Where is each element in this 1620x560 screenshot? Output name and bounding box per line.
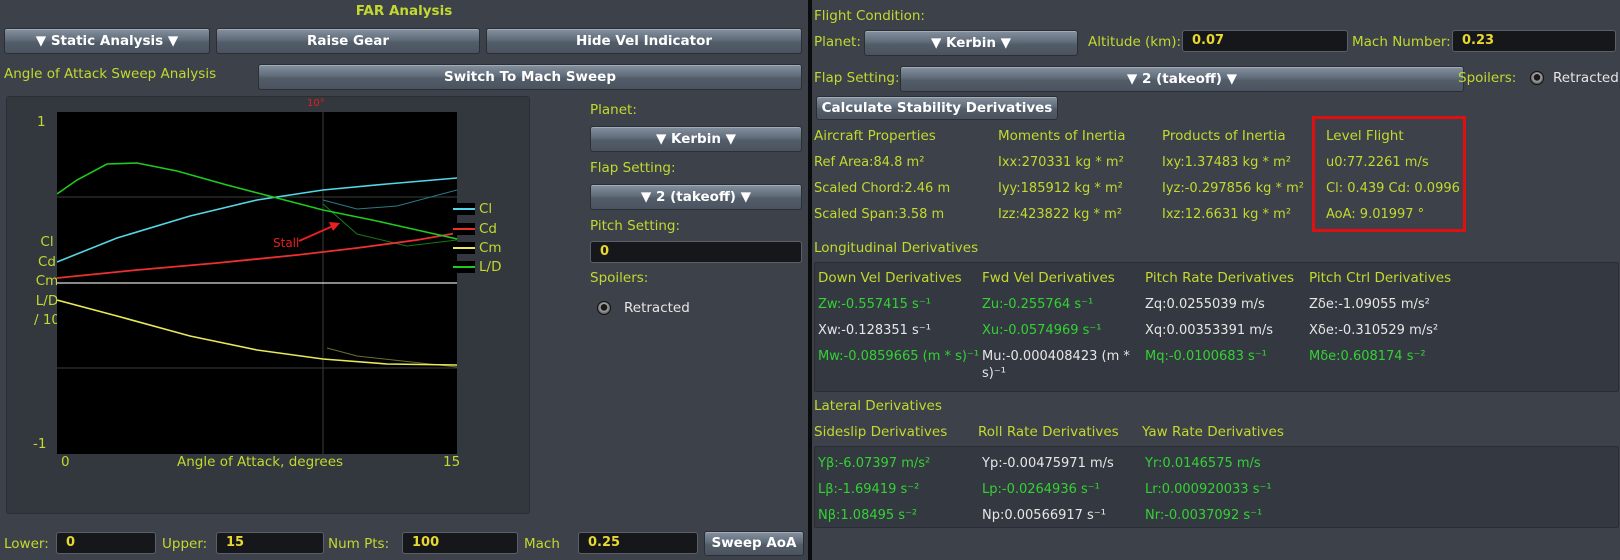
scaled-chord: Scaled Chord:2.46 m bbox=[814, 181, 951, 196]
spoilers-label: Spoilers: bbox=[590, 270, 649, 286]
deriv-ybeta: Yβ:-6.07397 m/s² bbox=[818, 456, 931, 471]
legend-cm-label: Cm bbox=[479, 240, 502, 256]
planet-label: Planet: bbox=[814, 34, 861, 50]
num-pts-input[interactable]: 100 bbox=[402, 532, 518, 554]
deriv-zde: Zδe:-1.09055 m/s² bbox=[1309, 297, 1430, 312]
flap-setting-dropdown[interactable]: ▼ 2 (takeoff) ▼ bbox=[590, 184, 802, 210]
product-ixz: Ixz:12.6631 kg * m² bbox=[1162, 207, 1292, 222]
mach-input[interactable]: 0.25 bbox=[578, 532, 698, 554]
deriv-lr: Lr:0.000920033 s⁻¹ bbox=[1145, 482, 1272, 497]
longitudinal-title: Longitudinal Derivatives bbox=[814, 240, 979, 256]
moments-header: Moments of Inertia bbox=[998, 128, 1126, 144]
aoa-marker-text: 10° bbox=[307, 98, 325, 109]
panel-title: FAR Analysis bbox=[355, 3, 453, 19]
deriv-yp: Yp:-0.00475971 m/s bbox=[982, 456, 1114, 471]
legend-cd-swatch bbox=[453, 223, 475, 235]
lateral-title: Lateral Derivatives bbox=[814, 398, 942, 414]
deriv-xq: Xq:0.00353391 m/s bbox=[1145, 323, 1274, 338]
scaled-span: Scaled Span:3.58 m bbox=[814, 207, 945, 222]
deriv-np: Np:0.00566917 s⁻¹ bbox=[982, 508, 1106, 523]
deriv-zq: Zq:0.0255039 m/s bbox=[1145, 297, 1265, 312]
moment-izz: Izz:423822 kg * m² bbox=[998, 207, 1123, 222]
ref-area: Ref Area:84.8 m² bbox=[814, 155, 925, 170]
sideslip-header: Sideslip Derivatives bbox=[814, 424, 948, 440]
deriv-mde: Mδe:0.608174 s⁻² bbox=[1309, 349, 1426, 364]
spoilers-radio[interactable] bbox=[597, 301, 611, 315]
raise-gear-button[interactable]: Raise Gear bbox=[216, 28, 480, 54]
deriv-xw: Xw:-0.128351 s⁻¹ bbox=[818, 323, 931, 338]
flap-setting-dropdown[interactable]: ▼ 2 (takeoff) ▼ bbox=[900, 66, 1464, 92]
switch-to-mach-sweep-button[interactable]: Switch To Mach Sweep bbox=[258, 64, 802, 90]
spoilers-radio[interactable] bbox=[1530, 71, 1544, 85]
legend-ld-swatch bbox=[453, 261, 475, 273]
num-pts-label: Num Pts: bbox=[328, 536, 390, 552]
deriv-mw: Mw:-0.0859665 (m * s)⁻¹ bbox=[818, 349, 980, 364]
spoilers-state: Retracted bbox=[1553, 70, 1619, 86]
stability-derivatives-panel: Flight Condition: Planet: ▼ Kerbin ▼ Alt… bbox=[812, 0, 1620, 560]
mach-number-label: Mach Number: bbox=[1352, 34, 1451, 50]
static-analysis-panel: FAR Analysis ▼ Static Analysis ▼ Raise G… bbox=[0, 0, 808, 560]
aircraft-properties-header: Aircraft Properties bbox=[814, 128, 936, 144]
yaw-rate-header: Yaw Rate Derivatives bbox=[1142, 424, 1284, 440]
deriv-mu: Mu:-0.000408423 (m * s)⁻¹ bbox=[982, 349, 1130, 381]
deriv-lp: Lp:-0.0264936 s⁻¹ bbox=[982, 482, 1100, 497]
y-axis-min: -1 bbox=[33, 436, 47, 452]
moment-ixx: Ixx:270331 kg * m² bbox=[998, 155, 1124, 170]
deriv-nbeta: Nβ:1.08495 s⁻² bbox=[818, 508, 918, 523]
spoilers-state: Retracted bbox=[624, 300, 690, 316]
deriv-xu: Xu:-0.0574969 s⁻¹ bbox=[982, 323, 1102, 338]
flap-setting-label: Flap Setting: bbox=[814, 70, 900, 86]
pitch-rate-header: Pitch Rate Derivatives bbox=[1145, 270, 1295, 286]
lower-input[interactable]: 0 bbox=[56, 532, 156, 554]
x-axis-label: Angle of Attack, degrees bbox=[177, 454, 344, 470]
x-axis-min: 0 bbox=[61, 454, 70, 470]
fwd-vel-header: Fwd Vel Derivatives bbox=[982, 270, 1115, 286]
altitude-input[interactable]: 0.07 bbox=[1182, 30, 1348, 52]
static-analysis-dropdown[interactable]: ▼ Static Analysis ▼ bbox=[4, 28, 210, 54]
legend-cm-swatch bbox=[453, 242, 475, 254]
upper-input[interactable]: 15 bbox=[216, 532, 324, 554]
sweep-section-label: Angle of Attack Sweep Analysis bbox=[4, 66, 217, 82]
deriv-nr: Nr:-0.0037092 s⁻¹ bbox=[1145, 508, 1263, 523]
flight-condition-label: Flight Condition: bbox=[814, 8, 925, 24]
plot-area: Stall bbox=[57, 112, 457, 454]
pitch-setting-input[interactable]: 0 bbox=[590, 241, 802, 263]
deriv-mq: Mq:-0.0100683 s⁻¹ bbox=[1145, 349, 1267, 364]
roll-rate-header: Roll Rate Derivatives bbox=[978, 424, 1119, 440]
deriv-zw: Zw:-0.557415 s⁻¹ bbox=[818, 297, 931, 312]
planet-dropdown[interactable]: ▼ Kerbin ▼ bbox=[590, 126, 802, 152]
deriv-xde: Xδe:-0.310529 m/s² bbox=[1309, 323, 1439, 338]
deriv-lbeta: Lβ:-1.69419 s⁻² bbox=[818, 482, 920, 497]
hide-vel-indicator-button[interactable]: Hide Vel Indicator bbox=[486, 28, 802, 54]
level-flight-highlight-box bbox=[1312, 116, 1466, 232]
planet-dropdown[interactable]: ▼ Kerbin ▼ bbox=[864, 30, 1078, 56]
spoilers-label: Spoilers: bbox=[1458, 70, 1517, 86]
y-axis-max: 1 bbox=[37, 114, 46, 130]
altitude-label: Altitude (km): bbox=[1088, 34, 1182, 50]
products-header: Products of Inertia bbox=[1162, 128, 1286, 144]
upper-label: Upper: bbox=[162, 536, 208, 552]
legend-cl-label: Cl bbox=[479, 201, 493, 217]
deriv-yr: Yr:0.0146575 m/s bbox=[1145, 456, 1261, 471]
aoa-sweep-graph: 1 -1 Cl Cd Cm L/D / 10 Stall 10° Cl Cd C… bbox=[6, 96, 530, 514]
x-axis-max: 15 bbox=[443, 454, 461, 470]
legend-ld-label: L/D bbox=[479, 259, 502, 275]
planet-label: Planet: bbox=[590, 102, 637, 118]
pitch-ctrl-header: Pitch Ctrl Derivatives bbox=[1309, 270, 1452, 286]
mach-label: Mach bbox=[524, 536, 560, 552]
sweep-aoa-button[interactable]: Sweep AoA bbox=[704, 531, 804, 556]
lower-label: Lower: bbox=[4, 536, 49, 552]
mach-number-input[interactable]: 0.23 bbox=[1452, 30, 1616, 52]
legend-cd-label: Cd bbox=[479, 221, 497, 237]
product-ixy: Ixy:1.37483 kg * m² bbox=[1162, 155, 1291, 170]
down-vel-header: Down Vel Derivatives bbox=[818, 270, 962, 286]
stall-label: Stall bbox=[273, 236, 299, 250]
moment-iyy: Iyy:185912 kg * m² bbox=[998, 181, 1123, 196]
deriv-zu: Zu:-0.255764 s⁻¹ bbox=[982, 297, 1094, 312]
pitch-setting-label: Pitch Setting: bbox=[590, 218, 681, 234]
legend-cl-swatch bbox=[453, 203, 475, 215]
product-iyz: Iyz:-0.297856 kg * m² bbox=[1162, 181, 1305, 196]
flap-setting-label: Flap Setting: bbox=[590, 160, 676, 176]
calculate-stability-button[interactable]: Calculate Stability Derivatives bbox=[816, 96, 1058, 120]
